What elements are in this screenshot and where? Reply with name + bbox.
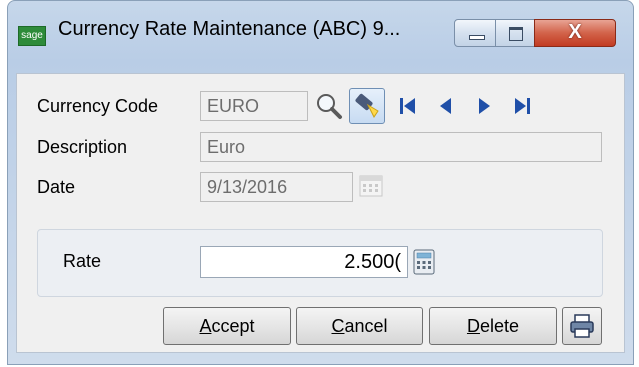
sage-app-icon: sage: [18, 26, 46, 46]
close-button[interactable]: X: [534, 19, 616, 47]
cancel-button[interactable]: Cancel: [296, 307, 423, 345]
date-field[interactable]: 9/13/2016: [200, 172, 353, 202]
flashlight-icon[interactable]: [349, 88, 385, 124]
accept-button[interactable]: Accept: [163, 307, 291, 345]
currency-code-field[interactable]: EURO: [200, 91, 308, 121]
maximize-button[interactable]: [495, 19, 535, 47]
calculator-icon[interactable]: [411, 248, 437, 276]
minimize-button[interactable]: [454, 19, 496, 47]
accept-label: ccept: [211, 316, 255, 336]
print-button[interactable]: [562, 307, 602, 345]
next-record-icon[interactable]: [473, 95, 495, 117]
accept-mnemonic: A: [199, 316, 212, 336]
rate-label: Rate: [63, 251, 102, 271]
description-label: Description: [37, 137, 128, 157]
currency-rate-window: sage Currency Rate Maintenance (ABC) 9..…: [7, 0, 634, 365]
previous-record-icon[interactable]: [435, 95, 457, 117]
cancel-mnemonic: C: [331, 316, 345, 336]
title-bar[interactable]: sage Currency Rate Maintenance (ABC) 9..…: [8, 1, 633, 73]
last-record-icon[interactable]: [511, 95, 533, 117]
cancel-label: ancel: [344, 316, 388, 336]
form-panel: Currency Code EURO Description Euro Date…: [16, 73, 625, 353]
rate-input[interactable]: 2.500(: [200, 246, 408, 278]
close-icon: X: [568, 21, 582, 43]
first-record-icon[interactable]: [397, 95, 419, 117]
printer-icon: [570, 314, 594, 338]
date-label: Date: [37, 177, 76, 197]
description-field[interactable]: Euro: [200, 132, 602, 162]
calendar-icon[interactable]: [357, 172, 385, 200]
delete-label: elete: [479, 316, 520, 336]
currency-code-label: Currency Code: [37, 96, 159, 116]
delete-mnemonic: D: [466, 316, 480, 336]
delete-button[interactable]: Delete: [429, 307, 557, 345]
window-title: Currency Rate Maintenance (ABC) 9...: [58, 18, 401, 40]
magnifier-icon[interactable]: [313, 91, 345, 121]
